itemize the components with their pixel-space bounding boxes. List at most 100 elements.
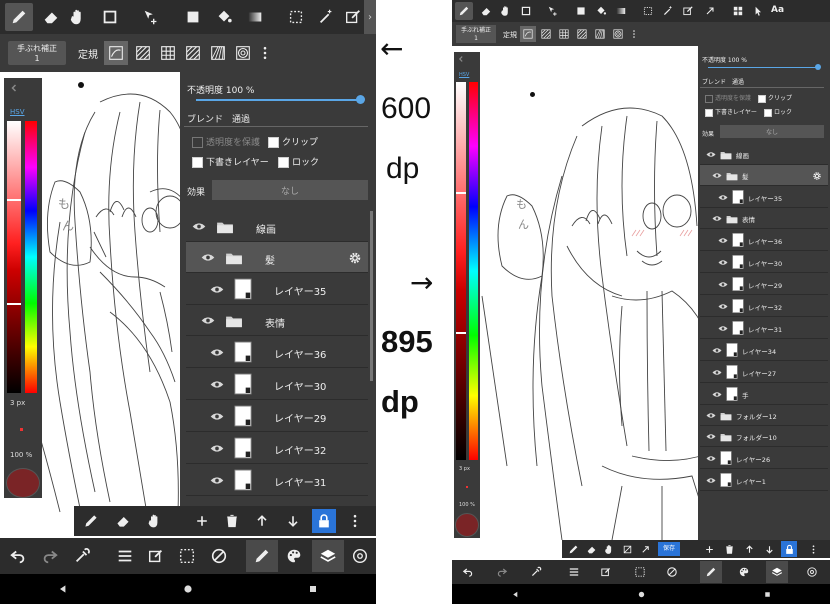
settings-button[interactable]	[804, 564, 820, 580]
visibility-eye-icon[interactable]	[210, 412, 224, 421]
gradient-tool-button[interactable]	[612, 2, 630, 20]
hue-bar[interactable]	[25, 121, 37, 393]
ruler-parallel-button[interactable]	[538, 26, 554, 42]
color-panel-button[interactable]	[282, 544, 306, 568]
opacity-slider-knob[interactable]	[356, 95, 365, 104]
ruler-grid-button[interactable]	[556, 26, 572, 42]
ruler-parallel-button[interactable]	[131, 41, 155, 65]
visibility-eye-icon[interactable]	[210, 476, 224, 485]
move-layer-down-button[interactable]	[762, 542, 776, 556]
menu-button[interactable]	[113, 544, 137, 568]
opacity-slider[interactable]	[708, 67, 820, 68]
clipping-checkbox[interactable]: クリップ	[758, 93, 792, 103]
edit-button[interactable]	[144, 544, 168, 568]
layer-row[interactable]: レイヤー29	[700, 273, 828, 295]
layer-row[interactable]: レイヤー36	[700, 229, 828, 251]
ruler-concentric-button[interactable]	[231, 41, 255, 65]
toolbar-scroll-button[interactable]: ›	[364, 0, 376, 34]
layer-list-scrollbar[interactable]	[370, 211, 373, 381]
visibility-eye-icon[interactable]	[210, 348, 224, 357]
save-button[interactable]: 保存	[658, 542, 680, 556]
draft-layer-checkbox[interactable]: 下書きレイヤー	[705, 107, 757, 117]
color-mode-label[interactable]: HSV	[10, 108, 25, 116]
visibility-eye-icon[interactable]	[712, 172, 722, 179]
fill-tool-button[interactable]	[180, 3, 206, 31]
layer-folder-row[interactable]: 線画	[700, 144, 828, 165]
ruler-perspective-button[interactable]	[574, 26, 590, 42]
shape-tool-button[interactable]	[97, 3, 123, 31]
move-layer-up-button[interactable]	[742, 542, 756, 556]
layer-panel-button[interactable]	[312, 540, 344, 572]
nav-recent-button[interactable]	[763, 590, 772, 599]
wand-tool-button[interactable]	[659, 2, 677, 20]
color-mode-label[interactable]: HSV	[459, 72, 469, 78]
visibility-eye-icon[interactable]	[712, 391, 722, 398]
eraser-tool-button[interactable]	[38, 3, 64, 31]
layer-row[interactable]: レイヤー32	[700, 295, 828, 317]
bucket-tool-button[interactable]	[592, 2, 610, 20]
move-layer-up-button[interactable]	[251, 510, 273, 532]
move-tool-button[interactable]	[138, 3, 164, 31]
layer-folder-row[interactable]: フォルダー10	[700, 426, 828, 447]
opacity-slider-knob[interactable]	[815, 64, 821, 70]
nav-back-button[interactable]	[57, 583, 69, 595]
layer-row[interactable]: レイヤー35	[700, 186, 828, 208]
visibility-eye-icon[interactable]	[210, 444, 224, 453]
expand-button[interactable]	[638, 542, 652, 556]
visibility-eye-icon[interactable]	[706, 455, 716, 462]
pen-tool-button[interactable]	[5, 3, 33, 31]
color-panel-button[interactable]	[736, 564, 752, 580]
visibility-eye-icon[interactable]	[718, 237, 728, 244]
hand-button[interactable]	[144, 510, 166, 532]
move-layer-down-button[interactable]	[282, 510, 304, 532]
visibility-eye-icon[interactable]	[192, 222, 206, 231]
layer-row[interactable]: レイヤー34	[700, 339, 828, 361]
ruler-line-button[interactable]	[520, 26, 536, 42]
ruler-radial-button[interactable]	[206, 41, 230, 65]
hand-tool-button[interactable]	[497, 2, 515, 20]
ruler-line-button[interactable]	[104, 41, 128, 65]
opacity-slider[interactable]	[196, 99, 362, 101]
edit-select-button[interactable]	[679, 2, 697, 20]
visibility-eye-icon[interactable]	[706, 151, 716, 158]
undo-button[interactable]	[460, 564, 476, 580]
layer-settings-gear-icon[interactable]	[812, 171, 822, 181]
layer-row[interactable]: レイヤー29	[186, 400, 368, 432]
shape-tool-button[interactable]	[517, 2, 535, 20]
eraser-button[interactable]	[112, 510, 134, 532]
deselect-button[interactable]	[664, 564, 680, 580]
layer-row[interactable]: レイヤー1	[700, 469, 828, 491]
protect-alpha-checkbox[interactable]: 透明度を保護	[705, 93, 751, 103]
deselect-button[interactable]	[207, 544, 231, 568]
selection-button[interactable]	[632, 564, 648, 580]
cursor-tool-button[interactable]	[749, 2, 767, 20]
eraser-tool-button[interactable]	[477, 2, 495, 20]
edit-select-button[interactable]	[342, 3, 364, 31]
visibility-eye-icon[interactable]	[706, 412, 716, 419]
layer-row[interactable]: レイヤー30	[700, 251, 828, 273]
layer-row[interactable]: レイヤー35	[186, 273, 368, 305]
visibility-eye-icon[interactable]	[718, 281, 728, 288]
visibility-eye-icon[interactable]	[718, 325, 728, 332]
select-tool-button[interactable]	[639, 2, 657, 20]
delete-layer-button[interactable]	[221, 510, 243, 532]
layer-folder-row[interactable]: 表情	[700, 208, 828, 229]
visibility-eye-icon[interactable]	[712, 347, 722, 354]
current-color-swatch[interactable]	[6, 468, 40, 498]
visibility-eye-icon[interactable]	[201, 253, 215, 262]
nav-back-button[interactable]	[511, 590, 520, 599]
edit-button[interactable]	[598, 564, 614, 580]
saturation-value-bar[interactable]	[456, 82, 466, 460]
visibility-eye-icon[interactable]	[712, 215, 722, 222]
transform-button[interactable]	[701, 2, 719, 20]
gradient-tool-button[interactable]	[242, 3, 268, 31]
add-layer-button[interactable]	[191, 510, 213, 532]
ruler-perspective-button[interactable]	[181, 41, 205, 65]
layer-row[interactable]: 手	[700, 383, 828, 405]
layer-panel-button[interactable]	[766, 561, 788, 583]
select-tool-button[interactable]	[283, 3, 309, 31]
layer-folder-row[interactable]: 髪	[186, 242, 368, 273]
layer-more-button[interactable]	[806, 542, 820, 556]
visibility-eye-icon[interactable]	[210, 380, 224, 389]
nav-recent-button[interactable]	[307, 583, 319, 595]
